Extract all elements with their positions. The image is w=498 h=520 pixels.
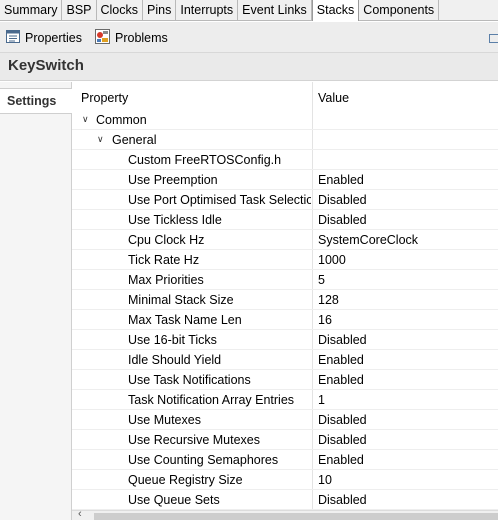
tab-summary[interactable]: Summary: [0, 0, 63, 20]
property-value[interactable]: Disabled: [318, 493, 367, 507]
views-bar: Properties Problems: [0, 22, 498, 53]
tab-interrupts[interactable]: Interrupts: [176, 0, 239, 20]
property-name: Use Tickless Idle: [128, 213, 222, 227]
property-name: Use Recursive Mutexes: [128, 433, 260, 447]
property-value[interactable]: Enabled: [318, 373, 364, 387]
property-value[interactable]: 16: [318, 313, 332, 327]
scroll-left-arrow-icon[interactable]: ‹: [78, 508, 82, 520]
chevron-down-icon[interactable]: ∨: [82, 114, 89, 125]
table-row[interactable]: Max Task Name Len 16: [72, 310, 498, 330]
property-value[interactable]: Disabled: [318, 333, 367, 347]
property-value[interactable]: 1000: [318, 253, 346, 267]
table-row[interactable]: Use 16-bit Ticks Disabled: [72, 330, 498, 350]
property-name: Use Queue Sets: [128, 493, 220, 507]
property-name: Minimal Stack Size: [128, 293, 234, 307]
property-value[interactable]: Enabled: [318, 353, 364, 367]
table-row[interactable]: Use Task Notifications Enabled: [72, 370, 498, 390]
problems-view-tab[interactable]: Problems: [95, 27, 168, 49]
table-row[interactable]: Task Notification Array Entries 1: [72, 390, 498, 410]
properties-view-tab[interactable]: Properties: [6, 27, 82, 49]
minimize-view-button[interactable]: [489, 34, 498, 43]
editor-tab-strip: Summary BSP Clocks Pins Interrupts Event…: [0, 0, 498, 21]
property-value[interactable]: 128: [318, 293, 339, 307]
property-name: Use 16-bit Ticks: [128, 333, 217, 347]
table-row[interactable]: Use Queue Sets Disabled: [72, 490, 498, 510]
tab-settings[interactable]: Settings: [0, 88, 72, 114]
table-header: Property Value: [72, 88, 498, 110]
property-value[interactable]: Disabled: [318, 213, 367, 227]
properties-view-label: Properties: [25, 31, 82, 45]
property-value[interactable]: Enabled: [318, 173, 364, 187]
property-name: Idle Should Yield: [128, 353, 222, 367]
property-table: Property Value ∨ Common ∨ General Custom…: [72, 82, 498, 510]
property-value[interactable]: 5: [318, 273, 325, 287]
table-row[interactable]: Custom FreeRTOSConfig.h: [72, 150, 498, 170]
property-value[interactable]: Disabled: [318, 413, 367, 427]
table-row[interactable]: Use Tickless Idle Disabled: [72, 210, 498, 230]
problems-view-label: Problems: [115, 31, 168, 45]
table-row[interactable]: Use Preemption Enabled: [72, 170, 498, 190]
table-row[interactable]: Queue Registry Size 10: [72, 470, 498, 490]
property-name: Use Task Notifications: [128, 373, 251, 387]
property-value[interactable]: Enabled: [318, 453, 364, 467]
property-name: Use Counting Semaphores: [128, 453, 279, 467]
property-value[interactable]: Disabled: [318, 193, 367, 207]
property-name: Use Preemption: [128, 173, 218, 187]
table-row[interactable]: Tick Rate Hz 1000: [72, 250, 498, 270]
property-name: Queue Registry Size: [128, 473, 243, 487]
problems-icon: [95, 29, 110, 47]
properties-icon: [6, 30, 20, 46]
header-value: Value: [318, 91, 350, 105]
property-name: Custom FreeRTOSConfig.h: [128, 153, 282, 167]
table-row[interactable]: Use Counting Semaphores Enabled: [72, 450, 498, 470]
group-row-common[interactable]: ∨ Common: [72, 110, 498, 130]
group-label-general: General: [112, 133, 157, 147]
property-name: Cpu Clock Hz: [128, 233, 205, 247]
tab-event-links[interactable]: Event Links: [238, 0, 312, 20]
property-name: Max Task Name Len: [128, 313, 242, 327]
tab-components[interactable]: Components: [359, 0, 440, 20]
tab-pins[interactable]: Pins: [143, 0, 177, 20]
table-row[interactable]: Max Priorities 5: [72, 270, 498, 290]
component-title-bar: KeySwitch: [0, 53, 498, 81]
property-value[interactable]: 10: [318, 473, 332, 487]
group-label-common: Common: [96, 113, 147, 127]
table-row[interactable]: Use Mutexes Disabled: [72, 410, 498, 430]
table-row[interactable]: Idle Should Yield Enabled: [72, 350, 498, 370]
property-name: Use Mutexes: [128, 413, 201, 427]
tab-bsp[interactable]: BSP: [62, 0, 97, 20]
page-title: KeySwitch: [8, 57, 84, 74]
table-row[interactable]: Cpu Clock Hz SystemCoreClock: [72, 230, 498, 250]
property-name: Max Priorities: [128, 273, 204, 287]
tab-clocks[interactable]: Clocks: [97, 0, 144, 20]
chevron-down-icon[interactable]: ∨: [97, 134, 104, 145]
tab-stacks[interactable]: Stacks: [311, 0, 360, 21]
property-tabs-column: Settings: [0, 82, 72, 520]
property-value[interactable]: 1: [318, 393, 325, 407]
horizontal-scrollbar[interactable]: ‹: [72, 508, 498, 520]
property-name: Task Notification Array Entries: [128, 393, 295, 407]
scrollbar-thumb[interactable]: [94, 513, 498, 520]
table-row[interactable]: Use Recursive Mutexes Disabled: [72, 430, 498, 450]
header-property: Property: [81, 91, 129, 105]
group-row-general[interactable]: ∨ General: [72, 130, 498, 150]
table-row[interactable]: Use Port Optimised Task Selection Disable…: [72, 190, 498, 210]
property-value[interactable]: SystemCoreClock: [318, 233, 418, 247]
table-row[interactable]: Minimal Stack Size 128: [72, 290, 498, 310]
property-name: Use Port Optimised Task Selection: [128, 193, 311, 207]
property-name: Tick Rate Hz: [128, 253, 200, 267]
property-value[interactable]: Disabled: [318, 433, 367, 447]
